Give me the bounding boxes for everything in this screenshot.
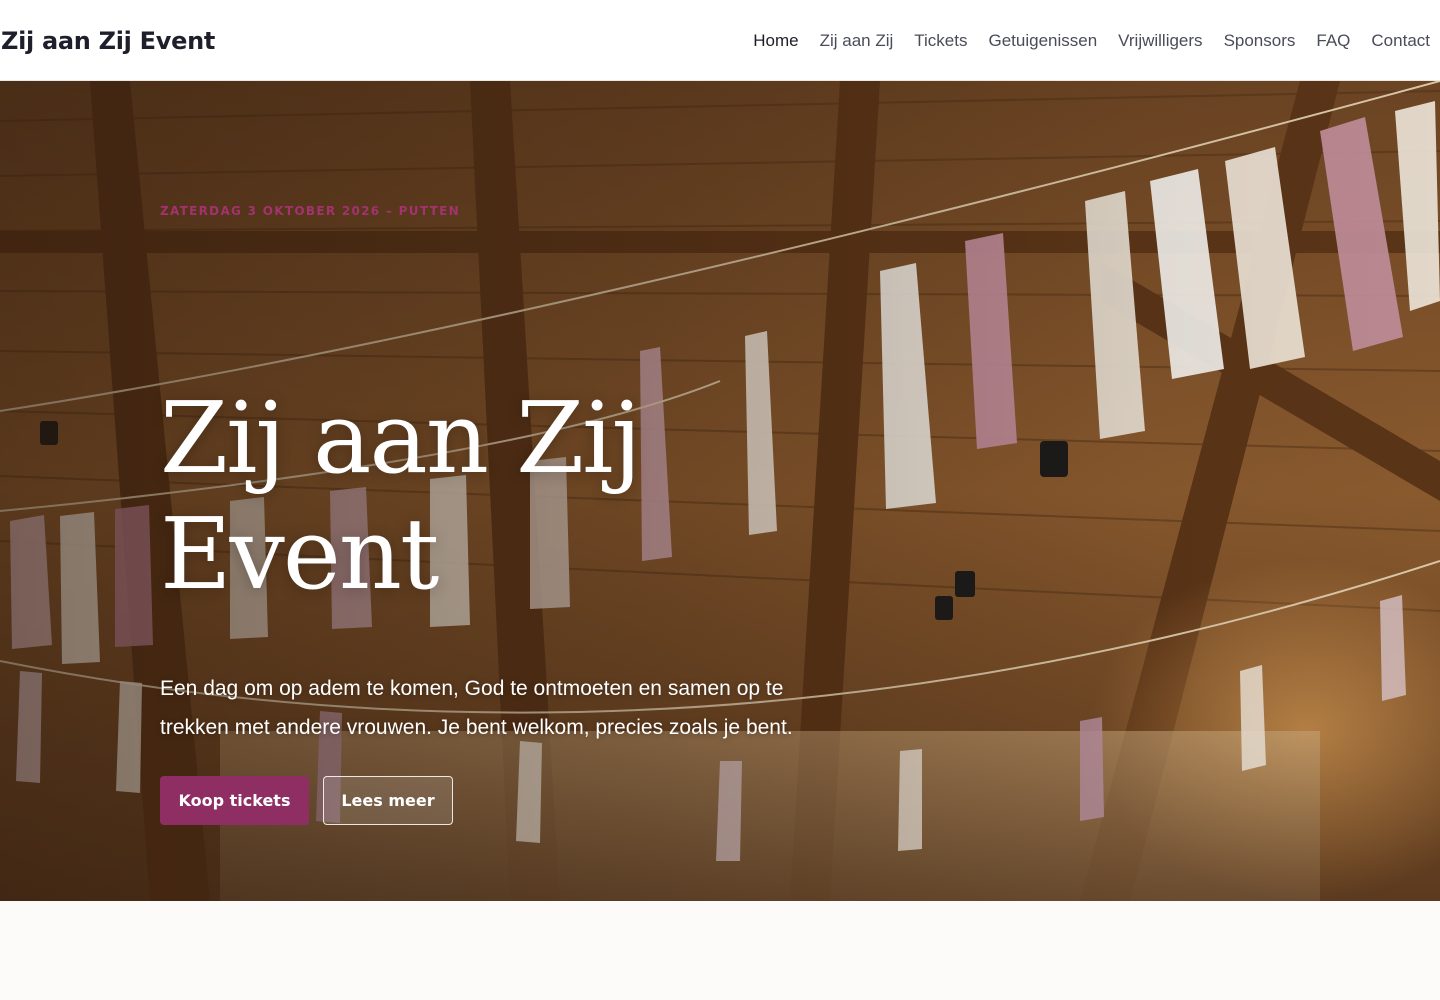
nav-faq[interactable]: FAQ xyxy=(1316,31,1350,51)
hero-section: Zaterdag 3 oktober 2026 – Putten Zij aan… xyxy=(0,81,1440,901)
site-logo-title[interactable]: Zij aan Zij Event xyxy=(1,27,215,55)
read-more-button[interactable]: Lees meer xyxy=(323,776,453,825)
nav-getuigenissen[interactable]: Getuigenissen xyxy=(988,31,1097,51)
event-date-location: Zaterdag 3 oktober 2026 – Putten xyxy=(160,204,460,218)
hero-title: Zij aan Zij Event xyxy=(160,382,642,612)
nav-tickets[interactable]: Tickets xyxy=(914,31,967,51)
buy-tickets-button[interactable]: Koop tickets xyxy=(160,776,309,825)
nav-contact[interactable]: Contact xyxy=(1371,31,1430,51)
hero-subtitle: Een dag om op adem te komen, God te ontm… xyxy=(160,677,793,739)
nav-home[interactable]: Home xyxy=(753,31,798,51)
site-header: Zij aan Zij Event Home Zij aan Zij Ticke… xyxy=(0,0,1440,81)
nav-vrijwilligers[interactable]: Vrijwilligers xyxy=(1118,31,1202,51)
nav-sponsors[interactable]: Sponsors xyxy=(1224,31,1296,51)
nav-zij-aan-zij[interactable]: Zij aan Zij xyxy=(820,31,894,51)
main-nav: Home Zij aan Zij Tickets Getuigenissen V… xyxy=(732,31,1430,51)
page-content-start xyxy=(0,901,1440,1000)
